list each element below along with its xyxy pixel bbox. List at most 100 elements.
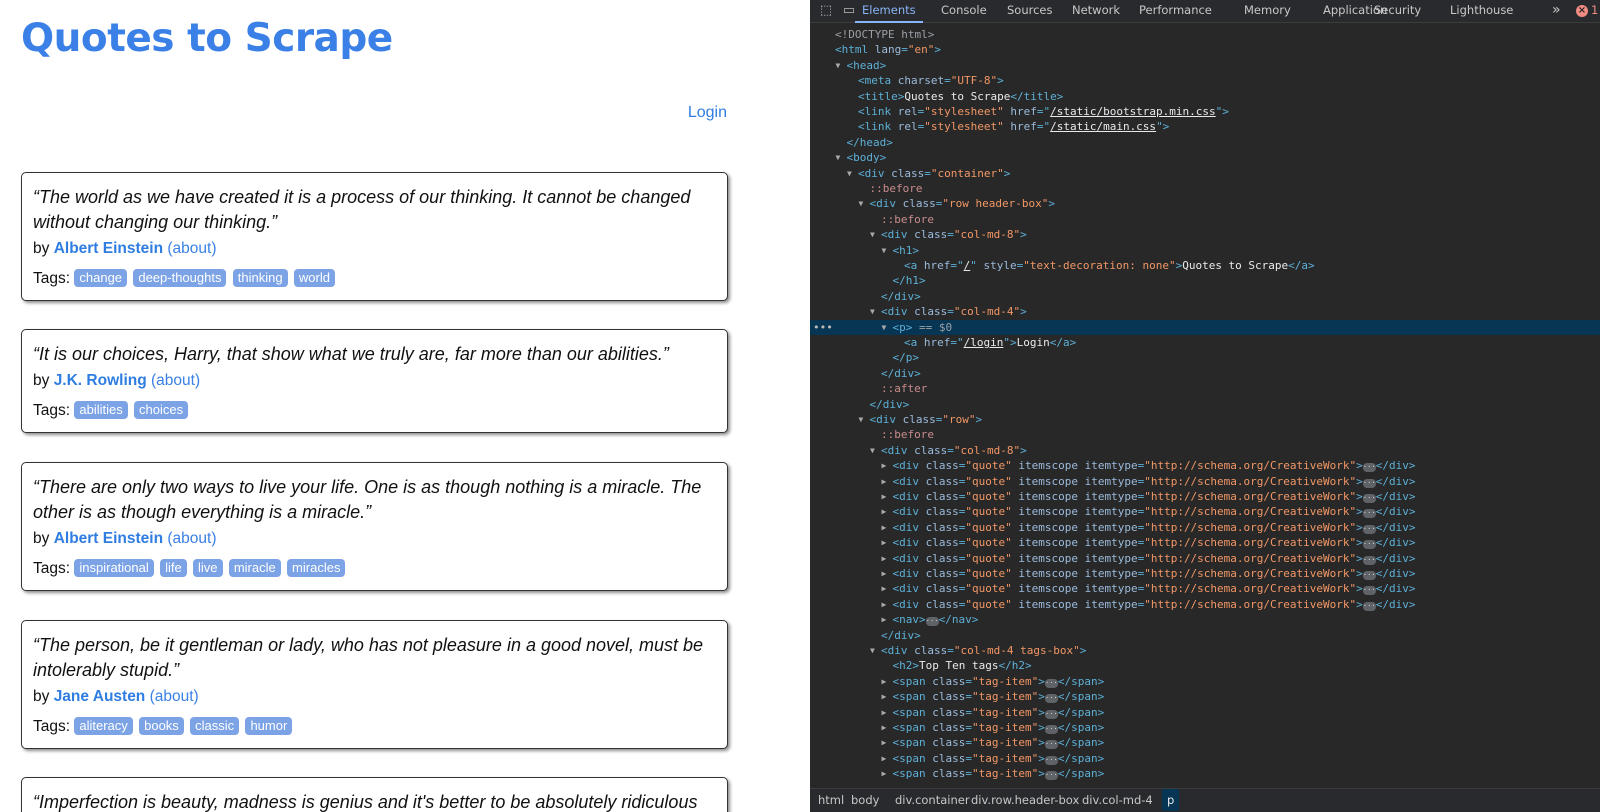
author-about-link[interactable]: (about): [150, 688, 199, 705]
dom-node-line[interactable]: <html lang="en">: [810, 42, 1600, 58]
collapse-triangle-icon[interactable]: ▶: [882, 612, 893, 628]
dom-node-line[interactable]: ▶ <div class="quote" itemscope itemtype="…: [810, 535, 1600, 551]
collapse-triangle-icon[interactable]: ▶: [882, 751, 893, 767]
tag-change[interactable]: change: [74, 269, 128, 287]
collapse-triangle-icon[interactable]: ▶: [882, 581, 893, 597]
ellipsis-icon[interactable]: ···: [1362, 586, 1376, 596]
error-icon[interactable]: ×: [1576, 5, 1588, 17]
dom-node-line[interactable]: ▶ <div class="quote" itemscope itemtype="…: [810, 581, 1600, 597]
dom-node-line[interactable]: <link rel="stylesheet" href="/static/boo…: [810, 104, 1600, 120]
dom-node-line[interactable]: ▼ <head>: [810, 58, 1600, 74]
dom-node-line[interactable]: ▶ <span class="tag-item">···</span>: [810, 735, 1600, 751]
ellipsis-icon[interactable]: ···: [1362, 555, 1376, 565]
dom-node-line[interactable]: </div>: [810, 628, 1600, 644]
ellipsis-icon[interactable]: ···: [1362, 494, 1376, 503]
ellipsis-icon[interactable]: ···: [1044, 709, 1058, 719]
expand-triangle-icon[interactable]: ▼: [870, 227, 881, 243]
breadcrumb-div-container[interactable]: div.container: [895, 789, 970, 811]
breadcrumb-body[interactable]: body: [851, 789, 879, 811]
collapse-triangle-icon[interactable]: ▶: [882, 705, 893, 721]
expand-triangle-icon[interactable]: ▼: [870, 643, 881, 659]
tag-deep-thoughts[interactable]: deep-thoughts: [133, 269, 227, 287]
login-link[interactable]: Login: [688, 104, 727, 122]
dom-node-line[interactable]: </div>: [810, 289, 1600, 305]
dom-node-line[interactable]: </div>: [810, 397, 1600, 413]
breadcrumb-p[interactable]: p: [1162, 789, 1180, 811]
dom-node-line[interactable]: ▶ <div class="quote" itemscope itemtype="…: [810, 504, 1600, 520]
dom-node-line[interactable]: <h2>Top Ten tags</h2>: [810, 658, 1600, 674]
dom-node-line[interactable]: ▶ <div class="quote" itemscope itemtype="…: [810, 597, 1600, 613]
expand-triangle-icon[interactable]: ▼: [836, 150, 847, 166]
collapse-triangle-icon[interactable]: ▶: [882, 520, 893, 536]
collapse-triangle-icon[interactable]: ▶: [882, 720, 893, 736]
collapse-triangle-icon[interactable]: ▶: [882, 504, 893, 520]
ellipsis-icon[interactable]: ···: [1362, 601, 1376, 611]
tab-memory[interactable]: Memory: [1244, 0, 1291, 23]
ellipsis-icon[interactable]: ···: [1362, 571, 1376, 580]
collapse-triangle-icon[interactable]: ▶: [882, 551, 893, 567]
dom-node-line[interactable]: ▼ <body>: [810, 150, 1600, 166]
ellipsis-icon[interactable]: ···: [1362, 524, 1376, 534]
expand-triangle-icon[interactable]: ▼: [882, 320, 893, 336]
tag-humor[interactable]: humor: [245, 717, 293, 735]
dom-node-line[interactable]: ▶ <span class="tag-item">···</span>: [810, 705, 1600, 721]
dom-node-line[interactable]: ▼ <div class="row">: [810, 412, 1600, 428]
ellipsis-icon[interactable]: ···: [1044, 740, 1058, 750]
tag-thinking[interactable]: thinking: [232, 269, 288, 287]
tag-books[interactable]: books: [139, 717, 184, 735]
token-link[interactable]: /static/main.css: [1050, 120, 1156, 133]
dom-node-line[interactable]: ▼ <div class="container">: [810, 166, 1600, 182]
breadcrumb-div-row-header-box[interactable]: div.row.header-box: [971, 789, 1079, 811]
elements-dom-tree[interactable]: <!DOCTYPE html> <html lang="en"> ▼ <head> <m…: [810, 25, 1600, 788]
collapse-triangle-icon[interactable]: ▶: [882, 689, 893, 705]
ellipsis-icon[interactable]: ···: [1362, 478, 1376, 488]
dom-node-line[interactable]: ▼ <div class="row header-box">: [810, 196, 1600, 212]
dom-node-line[interactable]: ▼ <div class="col-md-8">: [810, 227, 1600, 243]
dom-node-line[interactable]: ::before: [810, 212, 1600, 228]
collapse-triangle-icon[interactable]: ▶: [882, 566, 893, 582]
tag-abilities[interactable]: abilities: [74, 401, 128, 419]
ellipsis-icon[interactable]: ···: [925, 617, 939, 627]
tag-life[interactable]: life: [160, 559, 187, 577]
expand-triangle-icon[interactable]: ▼: [847, 166, 858, 182]
dom-node-line[interactable]: ▼ <div class="col-md-4 tags-box">: [810, 643, 1600, 659]
tag-classic[interactable]: classic: [190, 717, 240, 735]
dom-node-line[interactable]: ▶ <span class="tag-item">···</span>: [810, 689, 1600, 705]
dom-node-line[interactable]: ▶ <div class="quote" itemscope itemtype="…: [810, 474, 1600, 490]
tab-network[interactable]: Network: [1072, 0, 1120, 23]
dom-node-line[interactable]: ::before: [810, 427, 1600, 443]
dom-node-line[interactable]: </head>: [810, 135, 1600, 151]
ellipsis-icon[interactable]: ···: [1362, 540, 1376, 550]
dom-node-line[interactable]: <meta charset="UTF-8">: [810, 73, 1600, 89]
ellipsis-icon[interactable]: ···: [1044, 755, 1058, 765]
dom-node-line[interactable]: <a href="/" style="text-decoration: none…: [810, 258, 1600, 274]
expand-triangle-icon[interactable]: ▼: [870, 304, 881, 320]
dom-node-line[interactable]: ::before: [810, 181, 1600, 197]
tag-choices[interactable]: choices: [134, 401, 189, 419]
dom-node-line[interactable]: ▶ <span class="tag-item">···</span>: [810, 751, 1600, 767]
collapse-triangle-icon[interactable]: ▶: [882, 474, 893, 490]
ellipsis-icon[interactable]: ···: [1044, 771, 1058, 781]
tag-inspirational[interactable]: inspirational: [74, 559, 154, 577]
ellipsis-icon[interactable]: ···: [1044, 725, 1058, 734]
author-about-link[interactable]: (about): [151, 372, 200, 389]
collapse-triangle-icon[interactable]: ▶: [882, 674, 893, 690]
tab-lighthouse[interactable]: Lighthouse: [1450, 0, 1513, 23]
tab-sources[interactable]: Sources: [1007, 0, 1053, 23]
author-about-link[interactable]: (about): [167, 530, 216, 547]
dom-node-line[interactable]: <title>Quotes to Scrape</title>: [810, 89, 1600, 105]
ellipsis-icon[interactable]: ···: [1044, 678, 1058, 688]
dom-node-line[interactable]: ▶ <span class="tag-item">···</span>: [810, 766, 1600, 782]
collapse-triangle-icon[interactable]: ▶: [882, 597, 893, 613]
tag-live[interactable]: live: [193, 559, 223, 577]
dom-node-line[interactable]: ▶ <nav>···</nav>: [810, 612, 1600, 628]
dom-node-line[interactable]: </p>: [810, 350, 1600, 366]
tab-console[interactable]: Console: [941, 0, 987, 23]
collapse-triangle-icon[interactable]: ▶: [882, 535, 893, 551]
dom-node-line[interactable]: ▶ <span class="tag-item">···</span>: [810, 674, 1600, 690]
dom-node-line[interactable]: <link rel="stylesheet" href="/static/mai…: [810, 119, 1600, 135]
token-link[interactable]: /static/bootstrap.min.css: [1050, 105, 1216, 118]
tab-security[interactable]: Security: [1374, 0, 1421, 23]
tab-elements[interactable]: Elements: [855, 0, 923, 23]
dom-node-line[interactable]: ▶ <div class="quote" itemscope itemtype="…: [810, 458, 1600, 474]
